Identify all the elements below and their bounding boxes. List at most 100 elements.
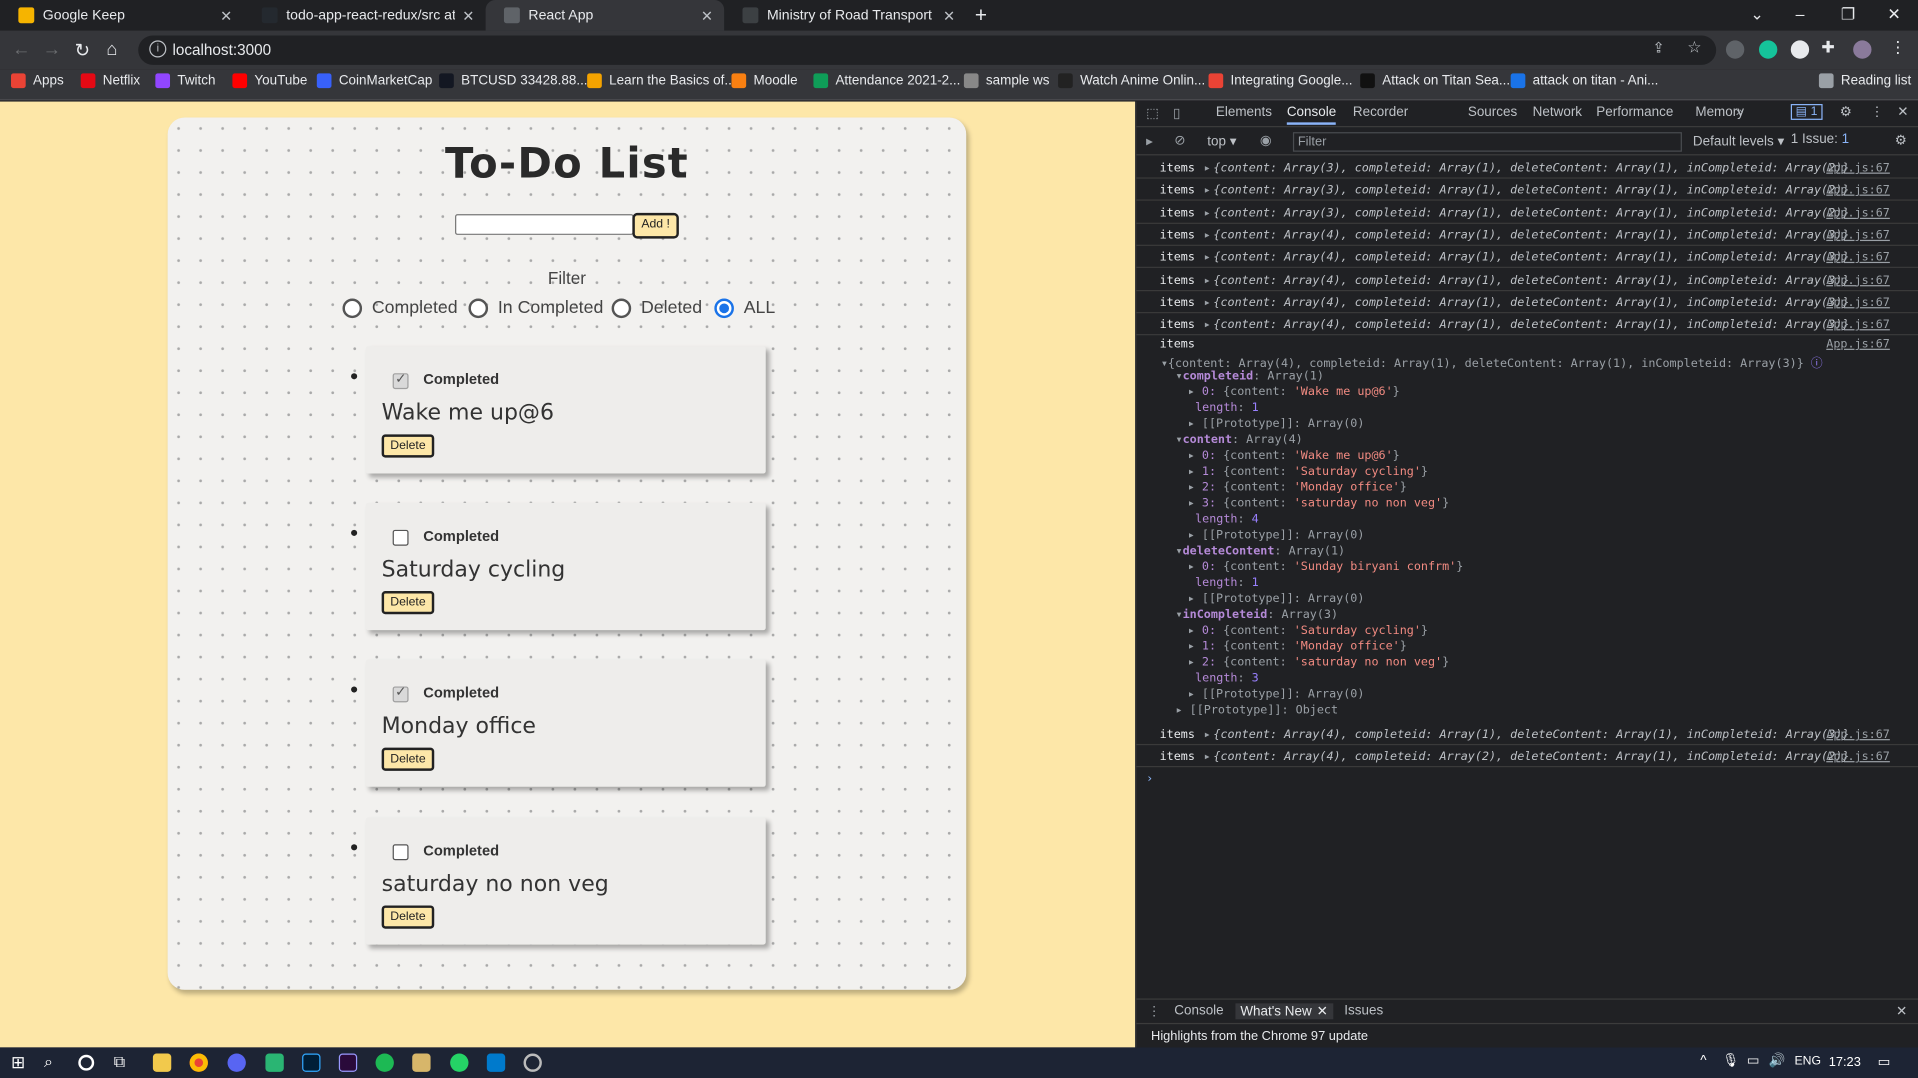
expand-arrow-icon[interactable]: ▸ [1188,497,1202,510]
premiere-icon[interactable] [338,1053,358,1072]
inspect-icon[interactable]: ⬚ [1146,105,1159,121]
close-devtools-icon[interactable]: ✕ [1897,104,1908,120]
file-explorer-icon[interactable] [152,1053,172,1072]
bookmark-item[interactable]: Integrating Google... [1208,73,1352,89]
log-object[interactable]: {content: Array(4), completeid: Array(1)… [1213,728,1849,741]
filter-radio-all[interactable]: ALL [714,298,775,319]
log-object[interactable]: {content: Array(4), completeid: Array(1)… [1213,296,1849,309]
extensions-puzzle-icon[interactable]: ✚ [1821,38,1834,58]
extension-shield-icon[interactable] [1725,40,1745,59]
bookmark-item[interactable]: BTCUSD 33428.88... [439,73,588,89]
devtools-tab-network[interactable]: Network [1533,105,1582,120]
microphone-icon[interactable]: 🎙 [1722,1052,1739,1069]
forward-icon[interactable]: → [43,39,61,60]
collapse-arrow-icon[interactable]: ▾ [1176,370,1183,383]
drawer-tab[interactable]: Console [1174,1003,1223,1018]
expand-arrow-icon[interactable]: ▸ [1204,318,1211,331]
delete-button[interactable]: Delete [381,434,435,458]
log-source-link[interactable]: App.js:67 [1826,162,1890,175]
log-source-link[interactable]: App.js:67 [1826,318,1890,331]
tray-overflow-icon[interactable]: ^ [1700,1054,1706,1069]
vscode-icon[interactable] [486,1053,506,1072]
maximize-icon[interactable]: ❐ [1841,5,1855,25]
home-icon[interactable]: ⌂ [106,39,117,60]
bookmark-item[interactable]: Apps [11,73,64,89]
app-green-icon[interactable] [265,1053,284,1072]
browser-tab[interactable]: Ministry of Road Transport and Highways ✕ [724,0,966,31]
log-source-link[interactable]: App.js:67 [1826,229,1890,242]
filter-radio-completed[interactable]: Completed [342,298,458,319]
delete-button[interactable]: Delete [381,747,435,771]
browser-tab[interactable]: Google Keep ✕ [0,0,243,31]
log-source-link[interactable]: App.js:67 [1826,296,1890,309]
log-object[interactable]: {content: Array(3), completeid: Array(1)… [1213,162,1849,175]
browser-tab[interactable]: todo-app-react-redux/src at master ✕ [243,0,485,31]
browser-tab[interactable]: React App ✕ [485,0,725,31]
add-button[interactable]: Add ! [632,212,679,239]
profile-avatar[interactable] [1853,40,1872,59]
devtools-tab-performance[interactable]: Performance [1596,105,1673,120]
log-source-link[interactable]: App.js:67 [1826,251,1890,264]
console-filter-input[interactable]: Filter [1292,132,1682,152]
delete-button[interactable]: Delete [381,591,435,615]
drawer-menu-icon[interactable]: ⋮ [1147,1003,1160,1020]
expand-arrow-icon[interactable]: ▸ [1188,592,1202,605]
close-drawer-icon[interactable]: ✕ [1896,1003,1907,1020]
network-icon[interactable]: ▭ [1747,1052,1760,1069]
bookmark-item[interactable]: Attack on Titan Sea... [1360,73,1510,89]
windows-start-icon[interactable]: ⊞ [11,1052,25,1073]
console-settings-icon[interactable]: ⚙ [1895,132,1907,148]
log-source-link[interactable]: App.js:67 [1826,750,1890,763]
log-source-link[interactable]: App.js:67 [1826,184,1890,197]
device-toolbar-icon[interactable]: ▯ [1173,105,1180,121]
log-object[interactable]: {content: Array(4), completeid: Array(1)… [1213,273,1849,286]
bookmark-item[interactable]: Attendance 2021-2... [813,73,960,89]
drawer-tab[interactable]: What's New ✕ [1235,1003,1333,1020]
todo-input[interactable] [455,214,634,235]
expand-arrow-icon[interactable]: ▸ [1188,640,1202,653]
address-bar[interactable]: i localhost:3000 ⇪ ☆ [138,35,1717,65]
star-icon[interactable]: ☆ [1687,38,1701,58]
tab-close-icon[interactable]: ✕ [701,7,713,24]
discord-icon[interactable] [227,1053,246,1072]
log-source-link[interactable]: App.js:67 [1826,338,1890,351]
expand-arrow-icon[interactable]: ▸ [1188,688,1202,701]
expand-arrow-icon[interactable]: ▸ [1204,206,1211,219]
expand-arrow-icon[interactable]: ▸ [1188,417,1202,430]
expand-arrow-icon[interactable]: ▸ [1188,656,1202,669]
log-object[interactable]: {content: Array(3), completeid: Array(1)… [1213,184,1849,197]
log-source-link[interactable]: App.js:67 [1826,206,1890,219]
expand-arrow-icon[interactable]: ▸ [1204,251,1211,264]
context-select[interactable]: top ▾ [1207,133,1236,150]
clear-console-icon[interactable]: ⊘ [1174,132,1185,148]
collapse-arrow-icon[interactable]: ▾ [1176,433,1183,446]
log-object[interactable]: {content: Array(4), completeid: Array(1)… [1213,229,1849,242]
expand-arrow-icon[interactable]: ▸ [1204,229,1211,242]
radio-circle-icon[interactable] [342,298,363,319]
expand-arrow-icon[interactable]: ▸ [1204,273,1211,286]
bookmark-item[interactable]: Twitch [155,73,216,89]
drawer-tab[interactable]: Issues [1344,1003,1383,1018]
completed-checkbox[interactable] [392,529,409,546]
volume-icon[interactable]: 🔊 [1769,1052,1786,1069]
language-indicator[interactable]: ENG [1794,1055,1821,1068]
cortana-icon[interactable] [78,1054,95,1071]
tab-close-icon[interactable]: ✕ [220,7,232,24]
whatsapp-icon[interactable] [450,1053,469,1072]
radio-circle-icon[interactable] [611,298,632,319]
minimize-icon[interactable]: – [1796,5,1805,23]
log-object[interactable]: {content: Array(3), completeid: Array(1)… [1213,206,1849,219]
back-icon[interactable]: ← [12,39,30,60]
expand-arrow-icon[interactable]: ▸ [1204,750,1211,763]
settings-icon[interactable]: ⚙ [1840,104,1852,120]
expand-arrow-icon[interactable]: ▸ [1188,624,1202,637]
log-object[interactable]: {content: Array(4), completeid: Array(1)… [1213,251,1849,264]
bookmark-item[interactable]: CoinMarketCap [316,73,432,89]
expand-arrow-icon[interactable]: ▸ [1188,385,1202,398]
bookmark-item[interactable]: YouTube [232,73,307,89]
devtools-tab-console[interactable]: Console [1286,105,1337,125]
close-window-icon[interactable]: ✕ [1887,5,1900,25]
devtools-tab-recorder[interactable]: Recorder [1353,105,1408,120]
completed-checkbox[interactable] [392,371,409,390]
expand-arrow-icon[interactable]: ▸ [1204,728,1211,741]
